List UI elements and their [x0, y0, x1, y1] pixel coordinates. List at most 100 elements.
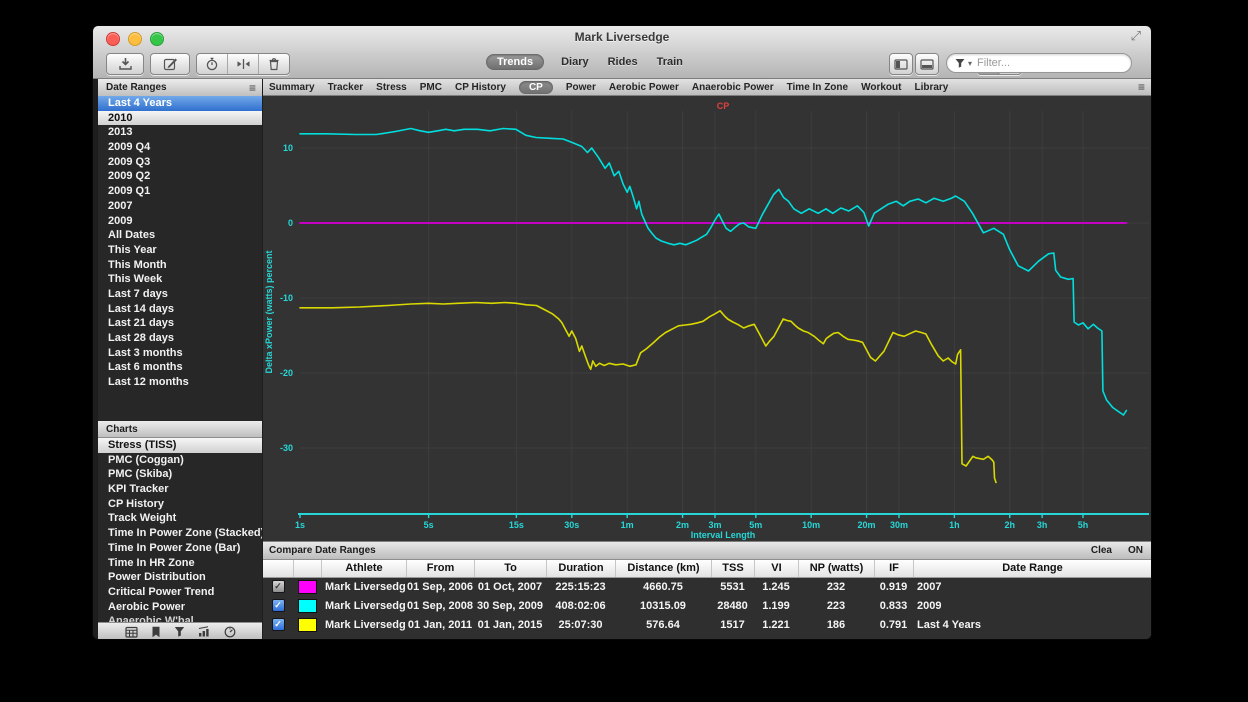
- date-ranges-title: Date Ranges: [106, 82, 167, 93]
- filter-field[interactable]: ▾: [946, 53, 1132, 73]
- svg-text:20m: 20m: [858, 520, 876, 530]
- chart-tab-summary[interactable]: Summary: [269, 82, 315, 93]
- toggle-sidebar-button[interactable]: [889, 53, 913, 75]
- compare-on-button[interactable]: ON: [1128, 545, 1143, 556]
- chart-tab-tracker[interactable]: Tracker: [328, 82, 364, 93]
- column-header-np[interactable]: NP (watts): [798, 560, 874, 577]
- split-intervals-button[interactable]: [227, 54, 258, 74]
- column-header-swatch[interactable]: [293, 560, 321, 577]
- charts-list-clipped-item[interactable]: Anaerobic W'bal: [98, 614, 272, 622]
- daterange-2010[interactable]: 2010: [98, 111, 262, 126]
- sidebar-footer: [98, 622, 262, 640]
- filter-dropdown-arrow-icon[interactable]: ▾: [968, 59, 972, 68]
- daterange-last-21-days[interactable]: Last 21 days: [98, 316, 262, 331]
- charts-header: Charts: [98, 421, 262, 438]
- chart-tab-cp[interactable]: CP: [519, 81, 553, 94]
- toggle-bottombar-button[interactable]: [915, 53, 939, 75]
- column-header-if[interactable]: IF: [874, 560, 913, 577]
- download-button[interactable]: [106, 53, 144, 75]
- column-header-duration[interactable]: Duration: [546, 560, 615, 577]
- column-header-to[interactable]: To: [474, 560, 546, 577]
- chart-time-in-power-zone-bar[interactable]: Time In Power Zone (Bar): [98, 541, 262, 556]
- chart-tab-workout[interactable]: Workout: [861, 82, 901, 93]
- compose-button[interactable]: [150, 53, 190, 75]
- bar-chart-icon[interactable]: [198, 626, 211, 637]
- daterange-last-12-months[interactable]: Last 12 months: [98, 375, 262, 390]
- daterange-this-month[interactable]: This Month: [98, 258, 262, 273]
- daterange-2009-q3[interactable]: 2009 Q3: [98, 155, 262, 170]
- cp-chart-svg[interactable]: 1s5s15s30s1m2m3m5m10m20m30m1h2h3h5h100-1…: [263, 96, 1151, 541]
- filter-input[interactable]: [975, 56, 1127, 70]
- column-header-range[interactable]: Date Range: [913, 560, 1151, 577]
- daterange-2013[interactable]: 2013: [98, 125, 262, 140]
- row-checkbox[interactable]: ✓: [272, 618, 285, 631]
- daterange-2007[interactable]: 2007: [98, 199, 262, 214]
- daterange-last-14-days[interactable]: Last 14 days: [98, 302, 262, 317]
- compose-icon: [163, 57, 178, 71]
- chart-tab-pmc[interactable]: PMC: [420, 82, 442, 93]
- svg-text:0: 0: [288, 218, 293, 228]
- chart-pmc-coggan[interactable]: PMC (Coggan): [98, 453, 262, 468]
- bookmark-icon[interactable]: [151, 626, 161, 638]
- chart-pmc-skiba[interactable]: PMC (Skiba): [98, 467, 262, 482]
- calendar-icon[interactable]: [125, 626, 138, 638]
- chart-tab-time-in-zone[interactable]: Time In Zone: [787, 82, 849, 93]
- compare-pane: Compare Date Ranges Clea ON AthleteFromT…: [263, 541, 1151, 639]
- chart-time-in-hr-zone[interactable]: Time In HR Zone: [98, 556, 262, 571]
- chart-kpi-tracker[interactable]: KPI Tracker: [98, 482, 262, 497]
- chart-time-in-power-zone-stacked[interactable]: Time In Power Zone (Stacked): [98, 526, 262, 541]
- stopwatch-icon: [205, 57, 219, 71]
- svg-text:5s: 5s: [424, 520, 434, 530]
- delete-button[interactable]: [258, 54, 289, 74]
- row-checkbox[interactable]: ✓: [272, 580, 285, 593]
- chart-track-weight[interactable]: Track Weight: [98, 511, 262, 526]
- chart-tabbar-menu-icon[interactable]: ≡: [1138, 81, 1145, 93]
- daterange-all-dates[interactable]: All Dates: [98, 228, 262, 243]
- cp-chart[interactable]: 1s5s15s30s1m2m3m5m10m20m30m1h2h3h5h100-1…: [263, 96, 1151, 541]
- chart-tab-library[interactable]: Library: [914, 82, 948, 93]
- cell-tss: 5531: [711, 581, 754, 593]
- chart-aerobic-power[interactable]: Aerobic Power: [98, 600, 262, 615]
- daterange-this-year[interactable]: This Year: [98, 243, 262, 258]
- chart-tab-aerobic-power[interactable]: Aerobic Power: [609, 82, 679, 93]
- daterange-last-6-months[interactable]: Last 6 months: [98, 360, 262, 375]
- row-checkbox[interactable]: ✓: [272, 599, 285, 612]
- daterange-2009-q4[interactable]: 2009 Q4: [98, 140, 262, 155]
- chart-stress-tiss[interactable]: Stress (TISS): [98, 438, 262, 453]
- daterange-last-4-years[interactable]: Last 4 Years: [98, 96, 262, 111]
- daterange-this-week[interactable]: This Week: [98, 272, 262, 287]
- chart-cp-history[interactable]: CP History: [98, 497, 262, 512]
- gauge-icon[interactable]: [224, 626, 236, 638]
- chart-critical-power-trend[interactable]: Critical Power Trend: [98, 585, 262, 600]
- funnel-icon[interactable]: [174, 626, 185, 637]
- cell-np: 186: [798, 619, 874, 631]
- chart-tab-power[interactable]: Power: [566, 82, 596, 93]
- chart-tab-anaerobic-power[interactable]: Anaerobic Power: [692, 82, 774, 93]
- daterange-2009[interactable]: 2009: [98, 214, 262, 229]
- column-header-tss[interactable]: TSS: [711, 560, 754, 577]
- chart-power-distribution[interactable]: Power Distribution: [98, 570, 262, 585]
- daterange-2009-q1[interactable]: 2009 Q1: [98, 184, 262, 199]
- main-tab-rides[interactable]: Rides: [606, 54, 640, 70]
- expand-icon[interactable]: ⤢: [1131, 28, 1141, 44]
- svg-text:-10: -10: [280, 293, 293, 303]
- daterange-last-28-days[interactable]: Last 28 days: [98, 331, 262, 346]
- column-header-vi[interactable]: VI: [754, 560, 798, 577]
- chart-tab-cp-history[interactable]: CP History: [455, 82, 506, 93]
- clear-button[interactable]: Clea: [1091, 545, 1112, 556]
- daterange-2009-q2[interactable]: 2009 Q2: [98, 169, 262, 184]
- column-header-athlete[interactable]: Athlete: [321, 560, 406, 577]
- column-header-check[interactable]: [263, 560, 293, 577]
- column-header-distance[interactable]: Distance (km): [615, 560, 711, 577]
- daterange-last-7-days[interactable]: Last 7 days: [98, 287, 262, 302]
- daterange-last-3-months[interactable]: Last 3 months: [98, 346, 262, 361]
- chart-tab-stress[interactable]: Stress: [376, 82, 407, 93]
- main-tab-trends[interactable]: Trends: [486, 54, 544, 70]
- column-header-from[interactable]: From: [406, 560, 474, 577]
- main-tab-diary[interactable]: Diary: [559, 54, 591, 70]
- main-tab-train[interactable]: Train: [655, 54, 685, 70]
- cell-range: 2009: [913, 600, 1151, 612]
- stopwatch-button[interactable]: [197, 54, 227, 74]
- svg-text:10: 10: [283, 143, 293, 153]
- date-ranges-menu-icon[interactable]: ≡: [249, 82, 256, 94]
